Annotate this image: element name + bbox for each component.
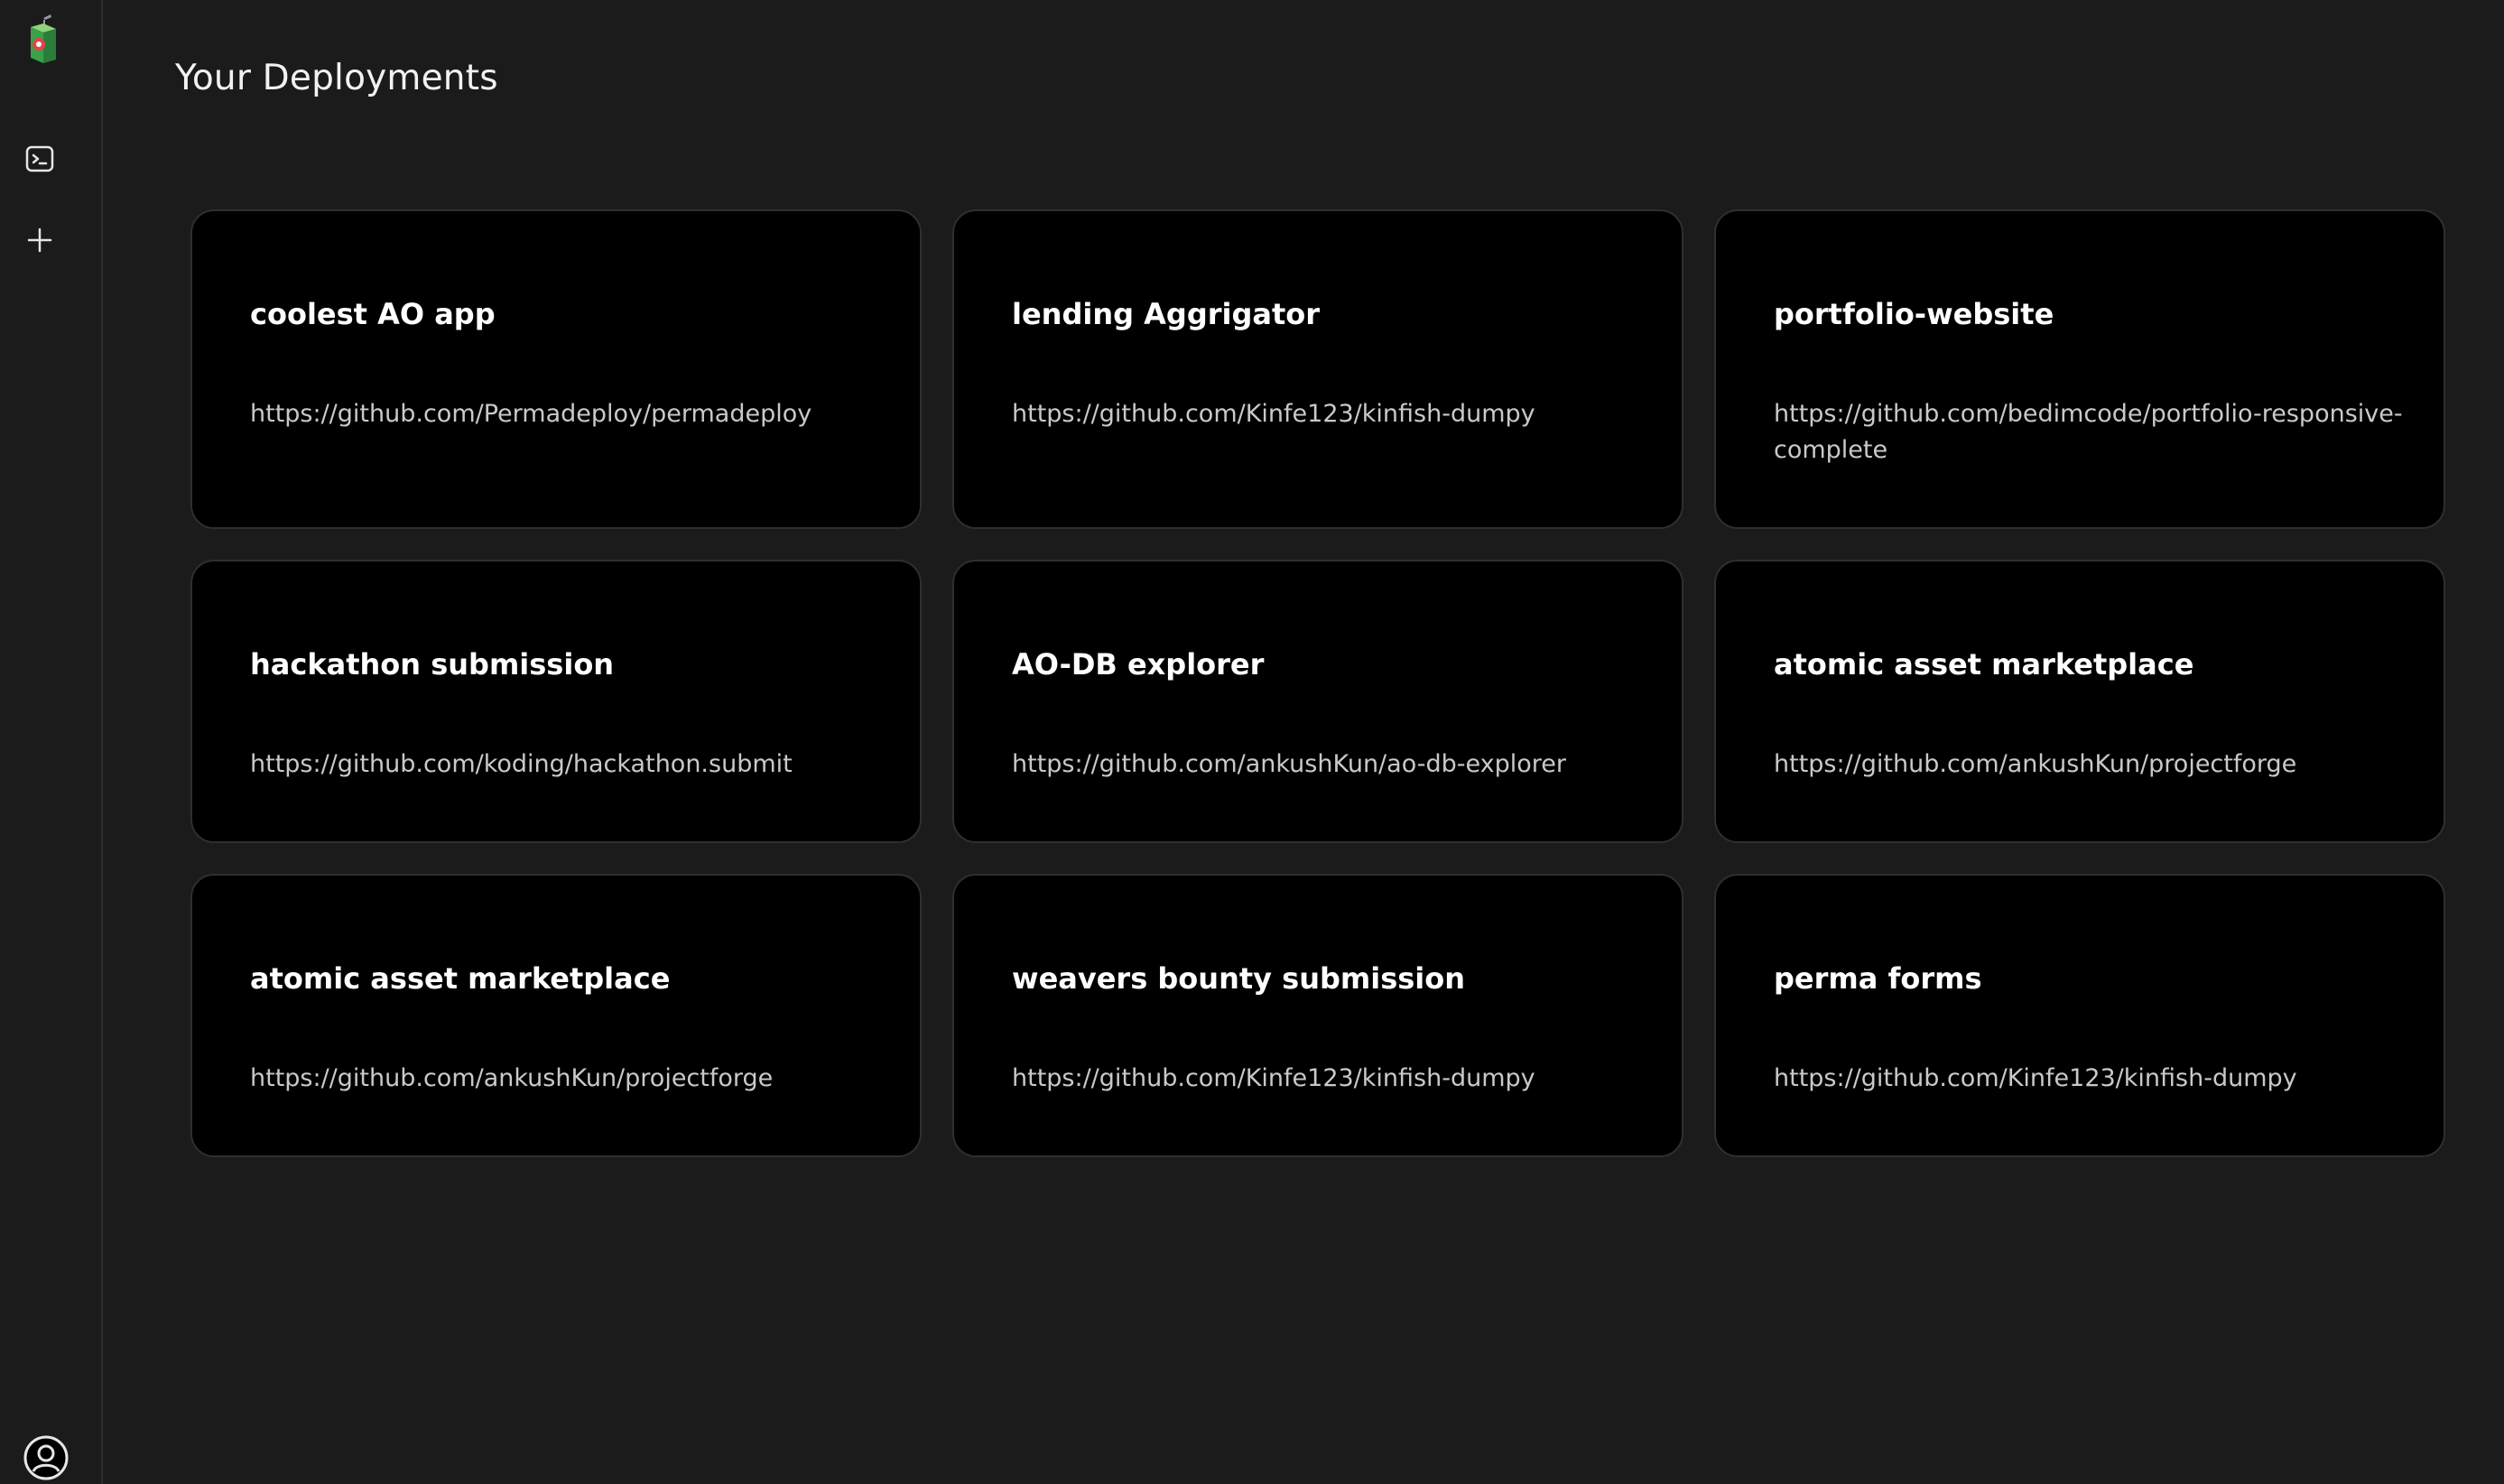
deployment-name: hackathon submission [250,647,615,682]
deployment-repo-url: https://github.com/ankushKun/ao-db-explo… [1012,750,1566,778]
deployment-card[interactable]: atomic asset marketplace https://github.… [190,874,922,1157]
deployment-card[interactable]: hackathon submission https://github.com/… [190,560,922,843]
plus-icon[interactable] [20,220,60,260]
deployment-card[interactable]: portfolio-website https://github.com/bed… [1714,209,2445,529]
deployment-name: atomic asset marketplace [250,961,671,996]
page-title: Your Deployments [175,58,498,98]
deployment-repo-url: https://github.com/ankushKun/projectforg… [250,1064,774,1092]
main-content: Your Deployments coolest AO app https://… [105,0,2504,1484]
deployment-name: perma forms [1774,961,1982,996]
deployment-card[interactable]: perma forms https://github.com/Kinfe123/… [1714,874,2445,1157]
deployment-name: atomic asset marketplace [1774,647,2194,682]
deployment-card[interactable]: weavers bounty submission https://github… [952,874,1683,1157]
deployment-name: weavers bounty submission [1012,961,1466,996]
deployment-name: lending Aggrigator [1012,297,1321,331]
deployment-repo-url: https://github.com/Kinfe123/kinfish-dump… [1012,400,1535,428]
user-circle-icon[interactable] [20,1432,72,1484]
deployment-card[interactable]: coolest AO app https://github.com/Permad… [190,209,922,529]
deployment-name: AO-DB explorer [1012,647,1265,682]
deployment-repo-url: https://github.com/koding/hackathon.subm… [250,750,793,778]
deployment-repo-url: https://github.com/ankushKun/projectforg… [1774,750,2297,778]
sidebar [0,0,103,1484]
deployment-repo-url: https://github.com/Kinfe123/kinfish-dump… [1774,1064,2297,1092]
deployment-card[interactable]: lending Aggrigator https://github.com/Ki… [952,209,1683,529]
deployment-repo-url: https://github.com/Permadeploy/permadepl… [250,400,812,428]
deployment-repo-url: https://github.com/Kinfe123/kinfish-dump… [1012,1064,1535,1092]
deployment-repo-url: https://github.com/bedimcode/portfolio-r… [1774,400,2403,464]
deployment-name: coolest AO app [250,297,496,331]
juice-box-logo-icon[interactable] [23,14,65,65]
deployment-card[interactable]: AO-DB explorer https://github.com/ankush… [952,560,1683,843]
deployment-name: portfolio-website [1774,297,2054,331]
deployment-card[interactable]: atomic asset marketplace https://github.… [1714,560,2445,843]
terminal-icon[interactable] [20,139,60,179]
